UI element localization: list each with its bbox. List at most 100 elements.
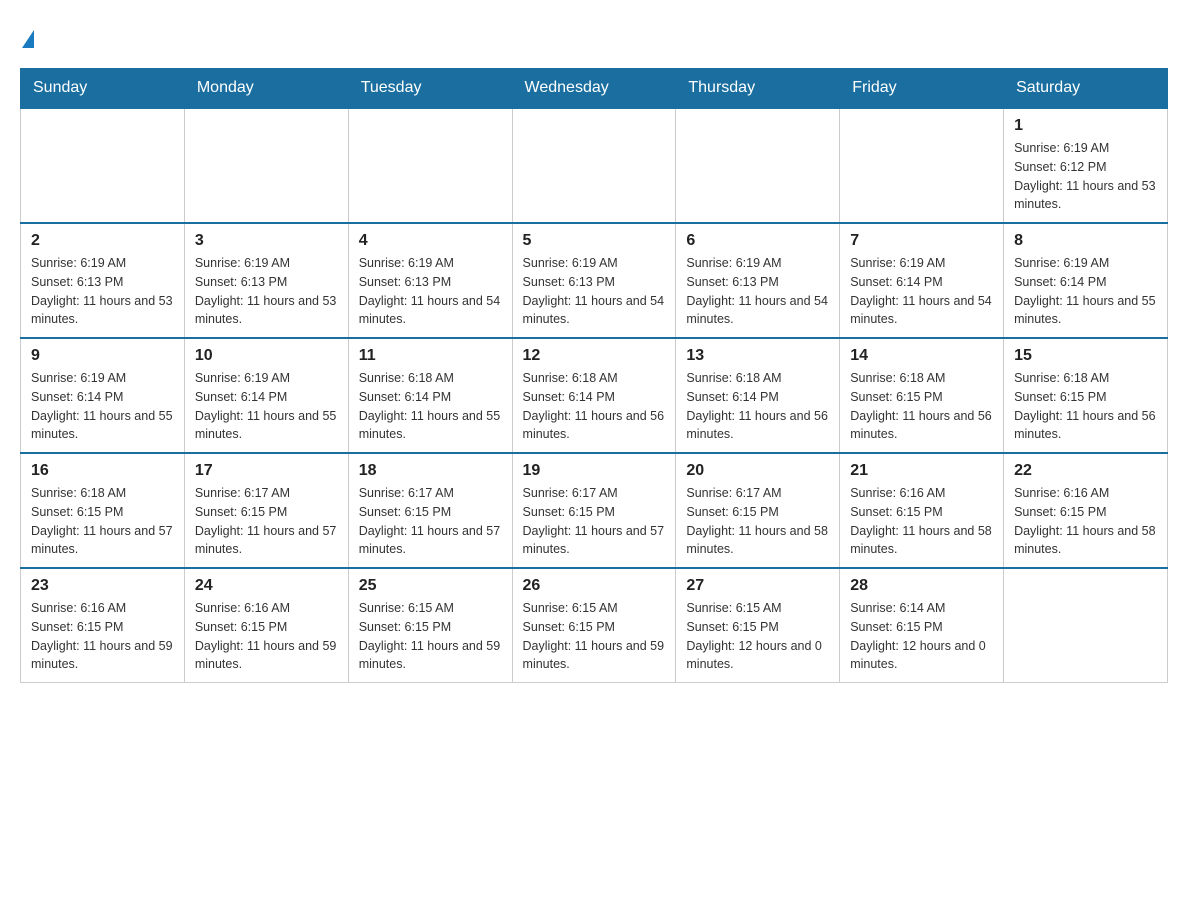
day-info: Sunrise: 6:19 AM Sunset: 6:13 PM Dayligh… (686, 254, 829, 329)
day-info: Sunrise: 6:18 AM Sunset: 6:14 PM Dayligh… (359, 369, 502, 444)
day-number: 8 (1014, 232, 1157, 250)
day-info: Sunrise: 6:15 AM Sunset: 6:15 PM Dayligh… (359, 599, 502, 674)
calendar-day: 4 Sunrise: 6:19 AM Sunset: 6:13 PM Daylig… (348, 223, 512, 338)
day-number: 20 (686, 462, 829, 480)
calendar-week-row: 1 Sunrise: 6:19 AM Sunset: 6:12 PM Daylig… (21, 108, 1168, 223)
calendar-day: 20 Sunrise: 6:17 AM Sunset: 6:15 PM Dayli… (676, 453, 840, 568)
calendar-day: 17Sunrise: 6:17 AM Sunset: 6:15 PM Dayli… (184, 453, 348, 568)
calendar-header-row: SundayMondayTuesdayWednesdayThursdayFrid… (21, 69, 1168, 109)
calendar-day: 2 Sunrise: 6:19 AM Sunset: 6:13 PM Daylig… (21, 223, 185, 338)
day-number: 12 (523, 347, 666, 365)
day-number: 1 (1014, 117, 1157, 135)
logo-triangle-icon (22, 30, 34, 48)
page-header (20, 20, 1168, 48)
day-number: 22 (1014, 462, 1157, 480)
calendar-day: 3 Sunrise: 6:19 AM Sunset: 6:13 PM Daylig… (184, 223, 348, 338)
day-number: 6 (686, 232, 829, 250)
day-header-thursday: Thursday (676, 69, 840, 109)
day-info: Sunrise: 6:16 AM Sunset: 6:15 PM Dayligh… (195, 599, 338, 674)
day-info: Sunrise: 6:16 AM Sunset: 6:15 PM Dayligh… (1014, 484, 1157, 559)
day-info: Sunrise: 6:19 AM Sunset: 6:14 PM Dayligh… (850, 254, 993, 329)
day-header-wednesday: Wednesday (512, 69, 676, 109)
day-number: 23 (31, 577, 174, 595)
day-info: Sunrise: 6:15 AM Sunset: 6:15 PM Dayligh… (523, 599, 666, 674)
day-info: Sunrise: 6:18 AM Sunset: 6:15 PM Dayligh… (31, 484, 174, 559)
day-info: Sunrise: 6:19 AM Sunset: 6:13 PM Dayligh… (359, 254, 502, 329)
calendar-day (840, 108, 1004, 223)
calendar-day: 13Sunrise: 6:18 AM Sunset: 6:14 PM Dayli… (676, 338, 840, 453)
calendar-day: 23 Sunrise: 6:16 AM Sunset: 6:15 PM Dayli… (21, 568, 185, 683)
calendar-day: 25 Sunrise: 6:15 AM Sunset: 6:15 PM Dayli… (348, 568, 512, 683)
calendar-day: 11 Sunrise: 6:18 AM Sunset: 6:14 PM Dayli… (348, 338, 512, 453)
calendar-day: 26 Sunrise: 6:15 AM Sunset: 6:15 PM Dayli… (512, 568, 676, 683)
day-number: 17 (195, 462, 338, 480)
day-info: Sunrise: 6:19 AM Sunset: 6:14 PM Dayligh… (195, 369, 338, 444)
day-number: 19 (523, 462, 666, 480)
calendar-day (348, 108, 512, 223)
day-number: 3 (195, 232, 338, 250)
day-info: Sunrise: 6:18 AM Sunset: 6:14 PM Dayligh… (523, 369, 666, 444)
day-info: Sunrise: 6:17 AM Sunset: 6:15 PM Dayligh… (359, 484, 502, 559)
day-header-sunday: Sunday (21, 69, 185, 109)
day-info: Sunrise: 6:19 AM Sunset: 6:13 PM Dayligh… (31, 254, 174, 329)
calendar-day (676, 108, 840, 223)
calendar-day: 1 Sunrise: 6:19 AM Sunset: 6:12 PM Daylig… (1004, 108, 1168, 223)
logo-top (20, 20, 34, 48)
day-info: Sunrise: 6:19 AM Sunset: 6:13 PM Dayligh… (195, 254, 338, 329)
day-header-monday: Monday (184, 69, 348, 109)
day-info: Sunrise: 6:19 AM Sunset: 6:14 PM Dayligh… (31, 369, 174, 444)
calendar-day: 18 Sunrise: 6:17 AM Sunset: 6:15 PM Dayli… (348, 453, 512, 568)
calendar-day: 19 Sunrise: 6:17 AM Sunset: 6:15 PM Dayli… (512, 453, 676, 568)
calendar-day (512, 108, 676, 223)
day-info: Sunrise: 6:19 AM Sunset: 6:12 PM Dayligh… (1014, 139, 1157, 214)
day-number: 21 (850, 462, 993, 480)
calendar-day: 15 Sunrise: 6:18 AM Sunset: 6:15 PM Dayli… (1004, 338, 1168, 453)
calendar-day (21, 108, 185, 223)
day-number: 9 (31, 347, 174, 365)
day-number: 13 (686, 347, 829, 365)
calendar-day: 5Sunrise: 6:19 AM Sunset: 6:13 PM Daylig… (512, 223, 676, 338)
day-number: 26 (523, 577, 666, 595)
day-info: Sunrise: 6:18 AM Sunset: 6:15 PM Dayligh… (850, 369, 993, 444)
day-header-saturday: Saturday (1004, 69, 1168, 109)
calendar-week-row: 16 Sunrise: 6:18 AM Sunset: 6:15 PM Dayli… (21, 453, 1168, 568)
calendar-week-row: 23 Sunrise: 6:16 AM Sunset: 6:15 PM Dayli… (21, 568, 1168, 683)
day-number: 24 (195, 577, 338, 595)
day-number: 7 (850, 232, 993, 250)
day-info: Sunrise: 6:17 AM Sunset: 6:15 PM Dayligh… (686, 484, 829, 559)
day-info: Sunrise: 6:18 AM Sunset: 6:15 PM Dayligh… (1014, 369, 1157, 444)
day-info: Sunrise: 6:16 AM Sunset: 6:15 PM Dayligh… (850, 484, 993, 559)
day-number: 28 (850, 577, 993, 595)
calendar-day: 14 Sunrise: 6:18 AM Sunset: 6:15 PM Dayli… (840, 338, 1004, 453)
calendar-day: 27 Sunrise: 6:15 AM Sunset: 6:15 PM Dayli… (676, 568, 840, 683)
day-number: 25 (359, 577, 502, 595)
day-number: 10 (195, 347, 338, 365)
day-number: 15 (1014, 347, 1157, 365)
calendar-day: 16 Sunrise: 6:18 AM Sunset: 6:15 PM Dayli… (21, 453, 185, 568)
day-number: 4 (359, 232, 502, 250)
day-number: 5 (523, 232, 666, 250)
day-info: Sunrise: 6:16 AM Sunset: 6:15 PM Dayligh… (31, 599, 174, 674)
day-number: 14 (850, 347, 993, 365)
calendar-day: 12 Sunrise: 6:18 AM Sunset: 6:14 PM Dayli… (512, 338, 676, 453)
calendar-day: 6 Sunrise: 6:19 AM Sunset: 6:13 PM Daylig… (676, 223, 840, 338)
day-number: 27 (686, 577, 829, 595)
day-info: Sunrise: 6:14 AM Sunset: 6:15 PM Dayligh… (850, 599, 993, 674)
logo (20, 20, 34, 48)
calendar-day (1004, 568, 1168, 683)
day-header-tuesday: Tuesday (348, 69, 512, 109)
calendar-day: 9 Sunrise: 6:19 AM Sunset: 6:14 PM Daylig… (21, 338, 185, 453)
day-number: 16 (31, 462, 174, 480)
day-info: Sunrise: 6:17 AM Sunset: 6:15 PM Dayligh… (523, 484, 666, 559)
calendar-week-row: 2 Sunrise: 6:19 AM Sunset: 6:13 PM Daylig… (21, 223, 1168, 338)
day-info: Sunrise: 6:15 AM Sunset: 6:15 PM Dayligh… (686, 599, 829, 674)
day-number: 11 (359, 347, 502, 365)
calendar-day: 24 Sunrise: 6:16 AM Sunset: 6:15 PM Dayli… (184, 568, 348, 683)
calendar-day: 22 Sunrise: 6:16 AM Sunset: 6:15 PM Dayli… (1004, 453, 1168, 568)
calendar-day: 10 Sunrise: 6:19 AM Sunset: 6:14 PM Dayli… (184, 338, 348, 453)
calendar-table: SundayMondayTuesdayWednesdayThursdayFrid… (20, 68, 1168, 683)
day-number: 2 (31, 232, 174, 250)
day-number: 18 (359, 462, 502, 480)
calendar-week-row: 9 Sunrise: 6:19 AM Sunset: 6:14 PM Daylig… (21, 338, 1168, 453)
day-info: Sunrise: 6:19 AM Sunset: 6:14 PM Dayligh… (1014, 254, 1157, 329)
